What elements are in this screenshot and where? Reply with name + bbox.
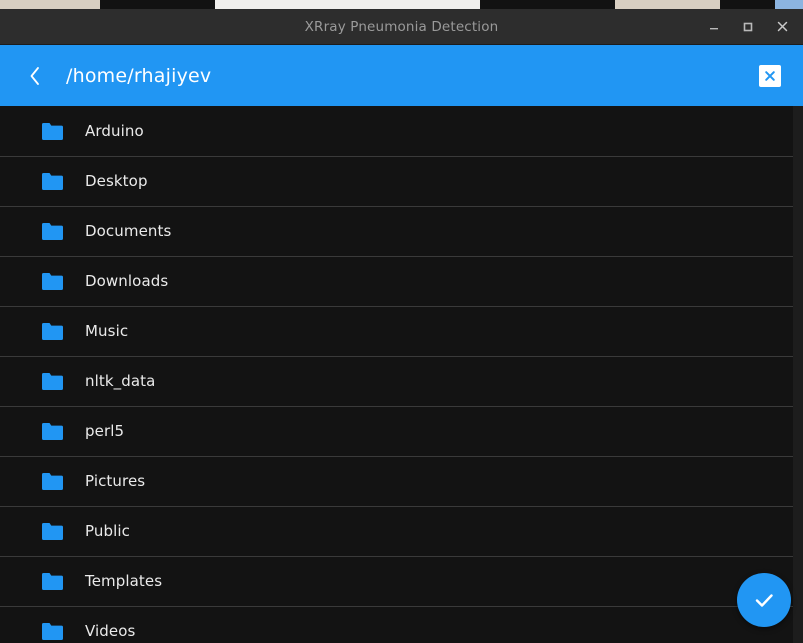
file-name-label: Pictures: [85, 472, 146, 490]
background-window-strip: [215, 0, 345, 9]
file-row[interactable]: Downloads: [0, 256, 803, 306]
file-row[interactable]: Music: [0, 306, 803, 356]
file-row[interactable]: Templates: [0, 556, 803, 606]
file-row[interactable]: nltk_data: [0, 356, 803, 406]
folder-icon: [42, 122, 63, 140]
file-row[interactable]: Arduino: [0, 106, 803, 156]
file-row[interactable]: Public: [0, 506, 803, 556]
file-name-label: Templates: [85, 572, 163, 590]
minimize-button[interactable]: [697, 12, 731, 42]
file-name-label: nltk_data: [85, 372, 156, 390]
application-window: XRray Pneumonia Detection /home/rhajiyev…: [0, 9, 803, 643]
folder-icon: [42, 172, 63, 190]
maximize-button[interactable]: [731, 12, 765, 42]
chevron-left-icon: [30, 66, 39, 85]
path-bar: /home/rhajiyev: [0, 45, 803, 106]
confirm-selection-button[interactable]: [737, 573, 791, 627]
file-rows: Arduino Desktop Documents Downloads Music nlt…: [0, 106, 803, 643]
file-name-label: Documents: [85, 222, 172, 240]
file-row[interactable]: Pictures: [0, 456, 803, 506]
file-row[interactable]: perl5: [0, 406, 803, 456]
file-name-label: Arduino: [85, 122, 144, 140]
back-button[interactable]: [22, 59, 48, 93]
background-window-strip: [615, 0, 720, 9]
file-name-label: Videos: [85, 622, 136, 640]
window-controls: [697, 9, 799, 44]
folder-icon: [42, 572, 63, 590]
file-name-label: Downloads: [85, 272, 169, 290]
file-row[interactable]: Videos: [0, 606, 803, 643]
file-name-label: perl5: [85, 422, 125, 440]
background-window-strip: [100, 0, 215, 9]
title-bar: XRray Pneumonia Detection: [0, 9, 803, 45]
file-row[interactable]: Desktop: [0, 156, 803, 206]
background-window-strip: [720, 0, 775, 9]
background-window-strip: [775, 0, 803, 9]
folder-icon: [42, 372, 63, 390]
check-icon: [755, 594, 773, 607]
minimize-icon: [710, 27, 718, 29]
file-name-label: Public: [85, 522, 130, 540]
file-name-label: Music: [85, 322, 129, 340]
folder-icon: [42, 322, 63, 340]
file-name-label: Desktop: [85, 172, 148, 190]
background-window-strip: [480, 0, 615, 9]
current-path-label: /home/rhajiyev: [66, 64, 212, 87]
file-list[interactable]: Arduino Desktop Documents Downloads Music nlt…: [0, 106, 803, 643]
background-window-strip: [0, 0, 100, 9]
folder-icon: [42, 472, 63, 490]
close-icon: [765, 70, 775, 81]
file-row[interactable]: Documents: [0, 206, 803, 256]
folder-icon: [42, 222, 63, 240]
folder-icon: [42, 422, 63, 440]
folder-icon: [42, 522, 63, 540]
close-dialog-button[interactable]: [759, 64, 781, 87]
maximize-icon: [743, 22, 753, 31]
close-icon: [777, 21, 787, 32]
close-button[interactable]: [765, 12, 799, 42]
folder-icon: [42, 622, 63, 640]
background-window-strip: [345, 0, 480, 9]
window-title: XRray Pneumonia Detection: [304, 18, 499, 35]
folder-icon: [42, 272, 63, 290]
